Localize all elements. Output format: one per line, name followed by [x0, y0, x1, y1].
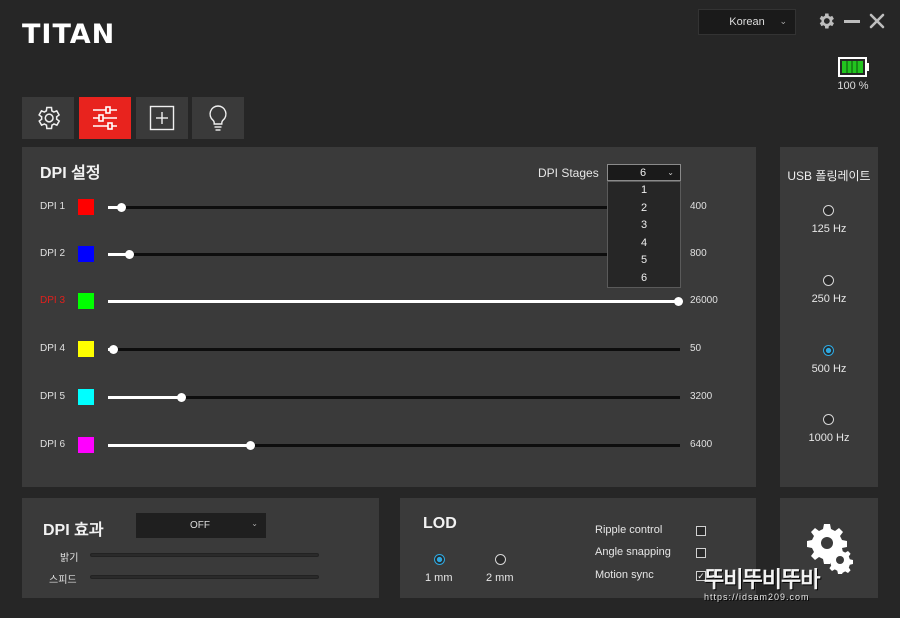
brightness-slider[interactable] — [90, 553, 319, 557]
usb-rate-label: 250 Hz — [811, 293, 847, 305]
lod-label: 2 mm — [486, 572, 514, 584]
settings-gear-icon[interactable] — [815, 10, 837, 32]
dpi-stages-dropdown-list: 123456 — [607, 181, 681, 288]
usb-rate-label: 125 Hz — [811, 223, 847, 235]
watermark: 뚜비뚜비뚜바 https://idsam209.com — [704, 562, 884, 604]
usb-polling-title: USB 폴링레이트 — [787, 169, 871, 183]
watermark-text: 뚜비뚜비뚜바 — [704, 567, 820, 592]
dpi-row-label: DPI 3 — [40, 295, 66, 306]
dpi-value: 50 — [690, 343, 702, 354]
tab-macro[interactable] — [136, 97, 188, 139]
tab-dpi[interactable] — [79, 97, 131, 139]
dpi-row-label: DPI 5 — [40, 391, 66, 402]
chevron-down-icon: ⌄ — [667, 168, 674, 177]
battery-percent: 100 % — [837, 80, 869, 92]
dpi-slider-fill — [108, 300, 678, 303]
dpi-row-label: DPI 6 — [40, 439, 66, 450]
gear-icon — [38, 106, 61, 130]
close-icon[interactable] — [866, 10, 888, 32]
option-label: Motion sync — [595, 569, 654, 581]
dpi-color-swatch[interactable] — [78, 389, 94, 405]
usb-rate-radio[interactable] — [823, 345, 834, 356]
dpi-value: 6400 — [690, 439, 713, 450]
dpi-color-swatch[interactable] — [78, 199, 94, 215]
speed-label: 스피드 — [49, 575, 77, 586]
watermark-url: https://idsam209.com — [704, 592, 810, 602]
chevron-down-icon: ⌄ — [251, 519, 258, 528]
usb-rate-label: 500 Hz — [811, 363, 847, 375]
dpi-value: 26000 — [690, 295, 718, 306]
dpi-stages-value: 6 — [640, 166, 647, 179]
lod-label: 1 mm — [425, 572, 453, 584]
dpi-color-swatch[interactable] — [78, 246, 94, 262]
app-logo: TITAN — [22, 19, 116, 50]
dpi-slider-fill — [108, 444, 250, 447]
dpi-row-label: DPI 4 — [40, 343, 66, 354]
dpi-slider-track[interactable] — [108, 393, 680, 402]
dpi-slider-knob[interactable] — [109, 345, 118, 354]
dpi-effect-value: OFF — [190, 520, 210, 531]
speed-slider[interactable] — [90, 575, 319, 579]
dpi-row-label: DPI 2 — [40, 248, 66, 259]
dpi-value: 400 — [690, 201, 707, 212]
usb-rate-radio[interactable] — [823, 275, 834, 286]
dpi-stages-option[interactable]: 2 — [608, 200, 680, 218]
dpi-slider-track[interactable] — [108, 441, 680, 450]
brightness-label: 밝기 — [60, 553, 79, 564]
dpi-panel-title: DPI 설정 — [40, 165, 101, 182]
dpi-slider-track[interactable] — [108, 297, 683, 306]
dpi-slider-track[interactable] — [108, 345, 680, 354]
dpi-stages-option[interactable]: 1 — [608, 182, 680, 200]
dpi-slider-fill — [108, 396, 181, 399]
tab-lighting[interactable] — [192, 97, 244, 139]
dpi-color-swatch[interactable] — [78, 341, 94, 357]
dpi-color-swatch[interactable] — [78, 437, 94, 453]
dpi-effect-title: DPI 효과 — [43, 522, 104, 539]
plus-box-icon — [149, 105, 175, 131]
dpi-stages-option[interactable]: 3 — [608, 217, 680, 235]
dpi-value: 800 — [690, 248, 707, 259]
tab-settings[interactable] — [22, 97, 74, 139]
option-label: Ripple control — [595, 524, 663, 536]
dpi-stages-label: DPI Stages — [538, 166, 599, 180]
language-select[interactable]: Korean ⌄ — [698, 9, 796, 35]
option-checkbox[interactable] — [696, 526, 706, 536]
bulb-icon — [209, 105, 227, 131]
dpi-stages-option[interactable]: 4 — [608, 235, 680, 253]
battery-icon — [838, 57, 870, 77]
sliders-icon — [93, 106, 117, 130]
dpi-slider-knob[interactable] — [177, 393, 186, 402]
option-label: Angle snapping — [595, 546, 671, 558]
dpi-stages-option[interactable]: 5 — [608, 252, 680, 270]
usb-rate-label: 1000 Hz — [808, 432, 850, 444]
dpi-slider-track[interactable] — [108, 203, 680, 212]
dpi-row-label: DPI 1 — [40, 201, 66, 212]
usb-rate-radio[interactable] — [823, 205, 834, 216]
dpi-stages-option[interactable]: 6 — [608, 270, 680, 288]
dpi-effect-select[interactable]: OFF ⌄ — [136, 513, 266, 538]
language-value: Korean — [729, 16, 765, 28]
dpi-value: 3200 — [690, 391, 713, 402]
dpi-slider-knob[interactable] — [674, 297, 683, 306]
dpi-slider-track[interactable] — [108, 250, 680, 259]
lod-title: LOD — [423, 515, 457, 532]
chevron-down-icon: ⌄ — [779, 16, 787, 26]
option-checkbox[interactable] — [696, 548, 706, 558]
dpi-slider-knob[interactable] — [117, 203, 126, 212]
dpi-slider-knob[interactable] — [125, 250, 134, 259]
minimize-icon[interactable] — [841, 10, 863, 32]
lod-radio[interactable] — [434, 554, 445, 565]
lod-radio[interactable] — [495, 554, 506, 565]
dpi-slider-knob[interactable] — [246, 441, 255, 450]
dpi-color-swatch[interactable] — [78, 293, 94, 309]
dpi-stages-select[interactable]: 6 ⌄ — [607, 164, 681, 181]
usb-rate-radio[interactable] — [823, 414, 834, 425]
